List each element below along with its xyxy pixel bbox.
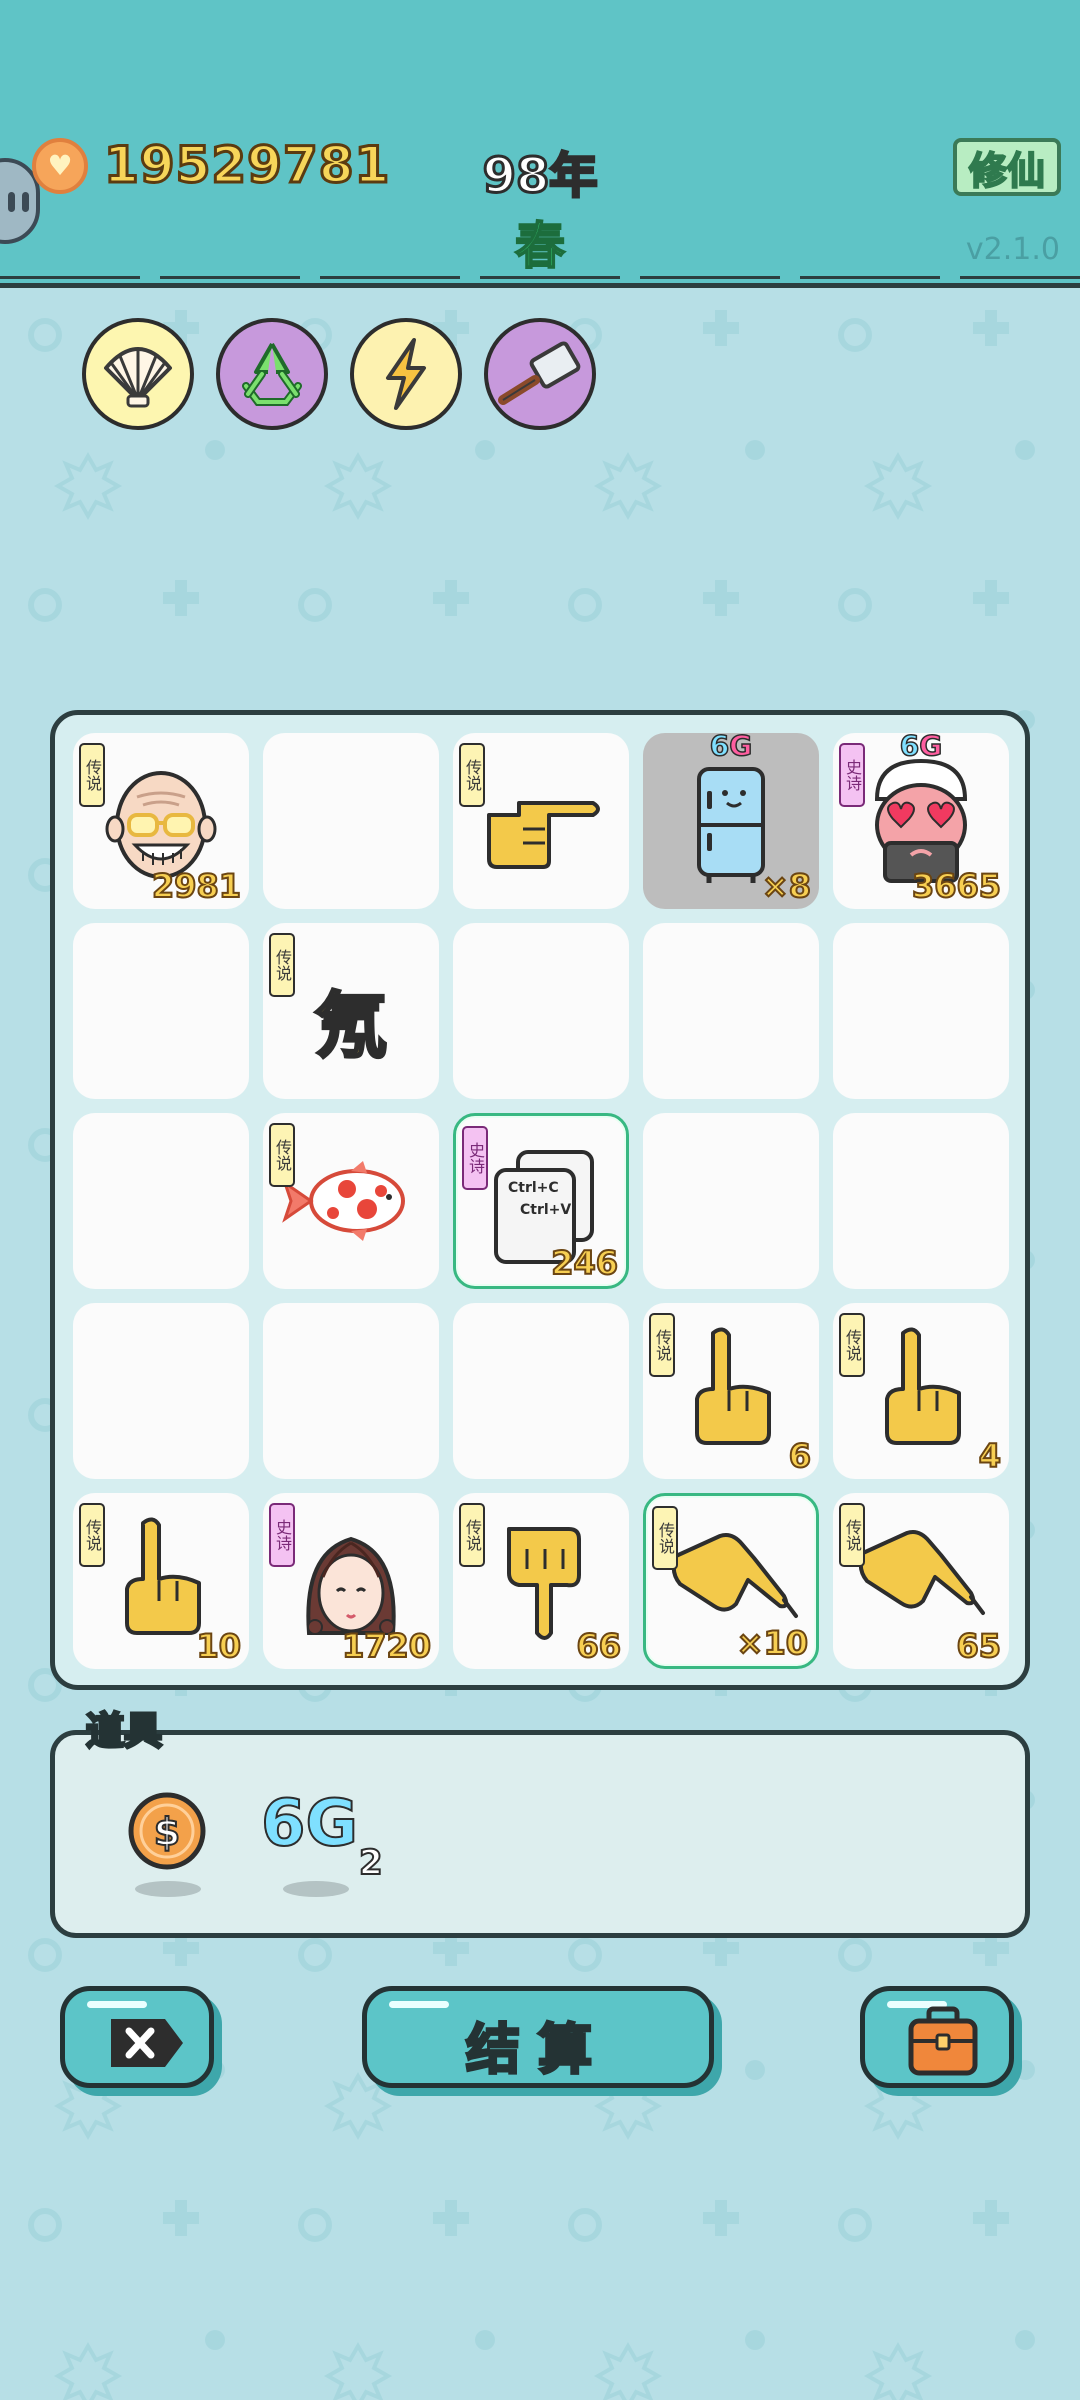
tile-count: 3665 [911, 866, 1002, 906]
cultivate-button[interactable]: 修仙 [953, 138, 1061, 196]
recycle-icon [242, 343, 302, 406]
tile-count: 66 [575, 1626, 622, 1666]
tile-count: 4 [978, 1436, 1002, 1476]
legend-tag: 传说 [652, 1506, 678, 1570]
legend-tag: 传说 [459, 1503, 485, 1567]
board-tile[interactable]: 6G ×8 [643, 733, 819, 909]
board-tile[interactable]: 传说 [453, 733, 629, 909]
coin-icon: ♥ [32, 138, 88, 194]
items-panel: $ 6G 2 [50, 1730, 1030, 1938]
empty-board-slot[interactable] [263, 1303, 439, 1479]
cleaver-icon [498, 341, 581, 405]
tile-count: 1720 [341, 1626, 432, 1666]
legend-tag: 传说 [269, 1123, 295, 1187]
items-title: 道具 [84, 1708, 163, 1755]
top-bar: ♥ 19529781 98年 春 修仙 v2.1.0 [0, 0, 1080, 288]
game-board: 传说 2981 传说 6G ×8 6G 史诗 3665 氖传说 传说 Ctrl+C Ctrl… [50, 710, 1030, 1690]
empty-board-slot[interactable] [453, 923, 629, 1099]
board-tile[interactable]: 传说 65 [833, 1493, 1009, 1669]
board-tile[interactable]: 传说 2981 [73, 733, 249, 909]
board-tile[interactable]: 传说 4 [833, 1303, 1009, 1479]
legend-tag: 传说 [79, 1503, 105, 1567]
6g-badge: 6G [709, 733, 753, 763]
board-tile[interactable]: 传说 6 [643, 1303, 819, 1479]
board-tile[interactable]: 传说 [263, 1113, 439, 1289]
tile-count: ×8 [761, 866, 812, 906]
tile-count: 246 [550, 1243, 619, 1283]
board-tile[interactable]: 氖传说 [263, 923, 439, 1099]
empty-board-slot[interactable] [833, 1113, 1009, 1289]
copy-paste-text: Ctrl+C [508, 1180, 559, 1196]
coin-counter: 19529781 [102, 135, 391, 196]
legend-tag: 传说 [79, 743, 105, 807]
item-shadow [283, 1881, 349, 1897]
board-tile[interactable]: 传说 ×10 [643, 1493, 819, 1669]
shell-icon [104, 347, 172, 408]
dollar-coin-item[interactable]: $ [125, 1789, 209, 1873]
board-tile[interactable]: 传说 10 [73, 1493, 249, 1669]
epic-tag: 史诗 [269, 1503, 295, 1567]
recycle-skill-button[interactable] [216, 318, 328, 430]
settle-button-label: 结算 [465, 2017, 610, 2083]
empty-board-slot[interactable] [453, 1303, 629, 1479]
board-tile[interactable]: 史诗 1720 [263, 1493, 439, 1669]
legend-tag: 传说 [839, 1503, 865, 1567]
tile-count: ×10 [736, 1623, 809, 1663]
6g-item-count: 2 [358, 1842, 384, 1884]
svg-text:$: $ [154, 1810, 180, 1854]
legend-tag: 传说 [459, 743, 485, 807]
season-label: 春 [514, 216, 566, 276]
tile-count: 2981 [151, 866, 242, 906]
empty-board-slot[interactable] [73, 923, 249, 1099]
empty-board-slot[interactable] [73, 1113, 249, 1289]
6g-icon-text: 6G [260, 1786, 359, 1862]
empty-board-slot[interactable] [263, 733, 439, 909]
close-button[interactable] [60, 1986, 214, 2088]
close-icon [111, 2019, 183, 2067]
briefcase-icon [908, 2006, 978, 2076]
cleaver-skill-button[interactable] [484, 318, 596, 430]
dollar-coin-icon: $ [128, 1792, 206, 1870]
tile-count: 10 [195, 1626, 242, 1666]
empty-board-slot[interactable] [73, 1303, 249, 1479]
6g-icon: 6G [260, 1786, 359, 1862]
board-tile[interactable]: Ctrl+C Ctrl+V 史诗 246 [453, 1113, 629, 1289]
empty-board-slot[interactable] [643, 1113, 819, 1289]
tile-count: 65 [955, 1626, 1002, 1666]
settle-button[interactable]: 结算 [362, 1986, 714, 2088]
year-label: 98年 [481, 147, 599, 206]
bag-button[interactable] [860, 1986, 1014, 2088]
copy-paste-text: Ctrl+V [520, 1202, 572, 1218]
version-label: v2.1.0 [965, 232, 1060, 267]
empty-board-slot[interactable] [833, 923, 1009, 1099]
tile-count: 6 [788, 1436, 812, 1476]
lightning-skill-button[interactable] [350, 318, 462, 430]
shell-skill-button[interactable] [82, 318, 194, 430]
item-shadow [135, 1881, 201, 1897]
board-tile[interactable]: 传说 66 [453, 1493, 629, 1669]
6g-item[interactable]: 6G 2 [260, 1786, 384, 1884]
empty-board-slot[interactable] [643, 923, 819, 1099]
legend-tag: 传说 [839, 1313, 865, 1377]
epic-tag: 史诗 [462, 1126, 488, 1190]
lightning-icon [386, 338, 426, 410]
legend-tag: 传说 [649, 1313, 675, 1377]
board-tile[interactable]: 6G 史诗 3665 [833, 733, 1009, 909]
legend-tag: 传说 [269, 933, 295, 997]
epic-tag: 史诗 [839, 743, 865, 807]
